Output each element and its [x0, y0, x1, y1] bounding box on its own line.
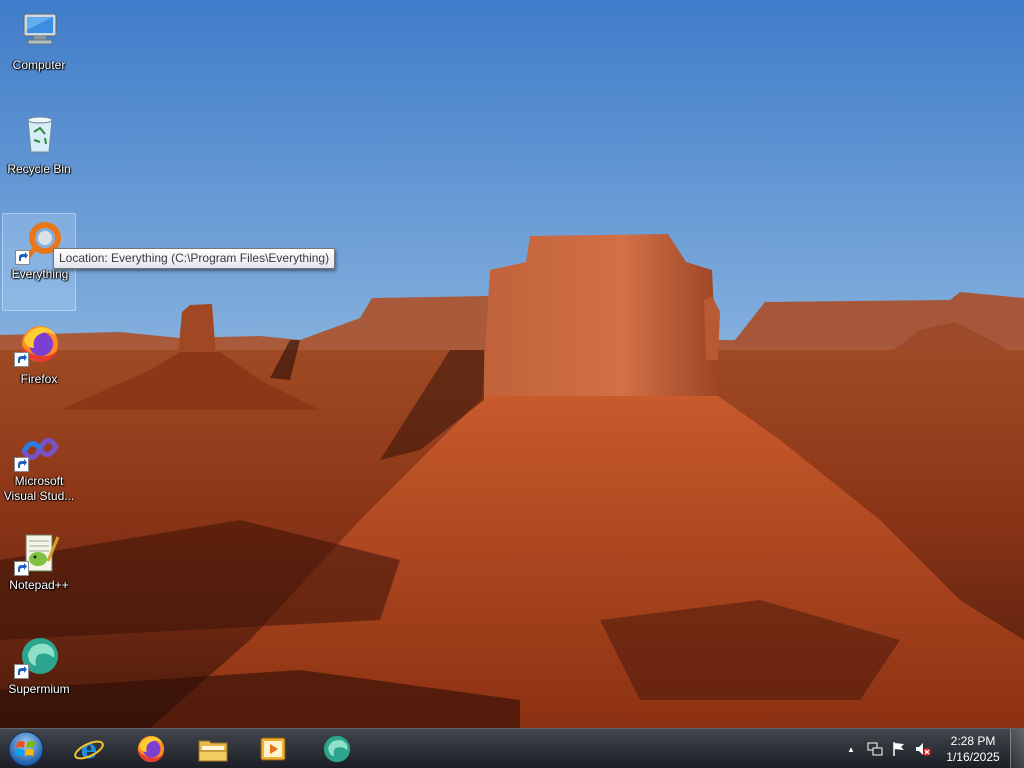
network-icon[interactable] — [866, 740, 884, 758]
desktop-icon-label: Firefox — [20, 372, 58, 386]
desktop-icon-label: Notepad++ — [9, 578, 69, 592]
show-desktop-button[interactable] — [1010, 729, 1024, 768]
desktop-icon-label: Everything — [11, 267, 69, 281]
shortcut-arrow-icon — [14, 352, 29, 367]
desktop-wallpaper — [0, 0, 1024, 728]
clock-date: 1/16/2025 — [946, 750, 1000, 764]
start-button[interactable] — [6, 731, 46, 767]
internet-explorer-icon: e — [74, 735, 104, 765]
shortcut-arrow-icon — [14, 561, 29, 576]
taskbar-file-explorer[interactable] — [186, 731, 240, 767]
media-player-icon — [260, 737, 286, 761]
desktop-icon-notepadpp[interactable]: Notepad++ — [2, 525, 76, 623]
taskbar-supermium[interactable] — [310, 731, 364, 767]
windows-start-icon — [8, 731, 44, 767]
chevron-up-icon: ▲ — [847, 744, 855, 754]
location-tooltip: Location: Everything (C:\Program Files\E… — [53, 248, 336, 269]
shortcut-arrow-icon — [14, 664, 29, 679]
clock-time: 2:28 PM — [950, 734, 996, 748]
show-hidden-icons-button[interactable]: ▲ — [842, 740, 860, 758]
volume-muted-icon[interactable] — [914, 740, 932, 758]
desktop-icon-label: Recycle Bin — [7, 162, 71, 176]
desktop-icon-recycle-bin[interactable]: Recycle Bin — [2, 106, 76, 204]
computer-icon — [23, 13, 57, 45]
desktop-icon-visual-studio[interactable]: Microsoft Visual Stud... — [2, 421, 76, 519]
shortcut-arrow-icon — [15, 250, 30, 265]
desktop-icon-label: Computer — [12, 58, 66, 72]
supermium-icon — [323, 735, 351, 763]
taskbar-clock[interactable]: 2:28 PM 1/16/2025 — [936, 733, 1010, 765]
firefox-icon — [137, 735, 165, 763]
taskbar-media-player[interactable] — [246, 731, 300, 767]
desktop-icon-supermium[interactable]: Supermium — [2, 628, 76, 726]
svg-text:e: e — [81, 735, 98, 765]
taskbar: e ▲ 2:28 PM 1/16/2025 — [0, 728, 1024, 768]
desktop-icon-computer[interactable]: Computer — [2, 2, 76, 100]
taskbar-internet-explorer[interactable]: e — [62, 731, 116, 767]
desktop-icon-firefox[interactable]: Firefox — [2, 316, 76, 414]
desktop-icon-label: Supermium — [8, 682, 70, 696]
taskbar-firefox[interactable] — [124, 731, 178, 767]
shortcut-arrow-icon — [14, 457, 29, 472]
recycle-bin-icon — [27, 116, 53, 153]
file-explorer-icon — [198, 740, 228, 762]
desktop-icon-label: Microsoft Visual Stud... — [3, 474, 75, 503]
action-center-flag-icon[interactable] — [890, 740, 908, 758]
